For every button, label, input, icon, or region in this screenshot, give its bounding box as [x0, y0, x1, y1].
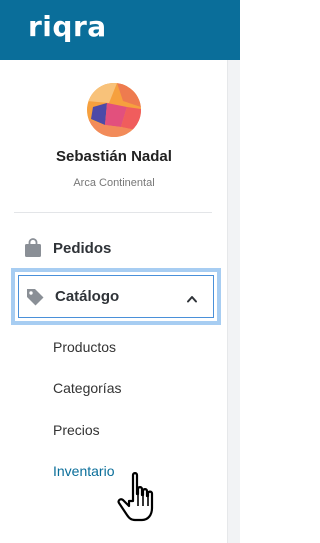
user-organization: Arca Continental [73, 177, 155, 189]
divider [14, 212, 212, 213]
sidebar-item-catalogo[interactable]: Catálogo [11, 268, 221, 325]
sidebar-subitem-precios[interactable]: Precios [53, 422, 100, 438]
sidebar-item-label: Catálogo [55, 288, 120, 305]
sidebar-subitem-inventario[interactable]: Inventario [53, 463, 114, 479]
app-header: riqra [0, 0, 240, 60]
sidebar-item-pedidos[interactable]: Pedidos [14, 228, 218, 268]
sidebar-subitem-productos[interactable]: Productos [53, 339, 116, 355]
hand-pointer-cursor-icon [117, 472, 154, 522]
content-area-edge [228, 60, 240, 543]
sidebar-subitem-categorias[interactable]: Categorías [53, 380, 121, 396]
logo[interactable]: riqra [28, 10, 107, 43]
tag-icon [27, 288, 44, 305]
avatar[interactable] [87, 83, 141, 137]
chevron-up-icon[interactable] [185, 292, 199, 306]
user-name: Sebastián Nadal [56, 148, 172, 165]
shopping-bag-icon [25, 238, 41, 257]
sidebar-item-label: Pedidos [53, 239, 112, 257]
